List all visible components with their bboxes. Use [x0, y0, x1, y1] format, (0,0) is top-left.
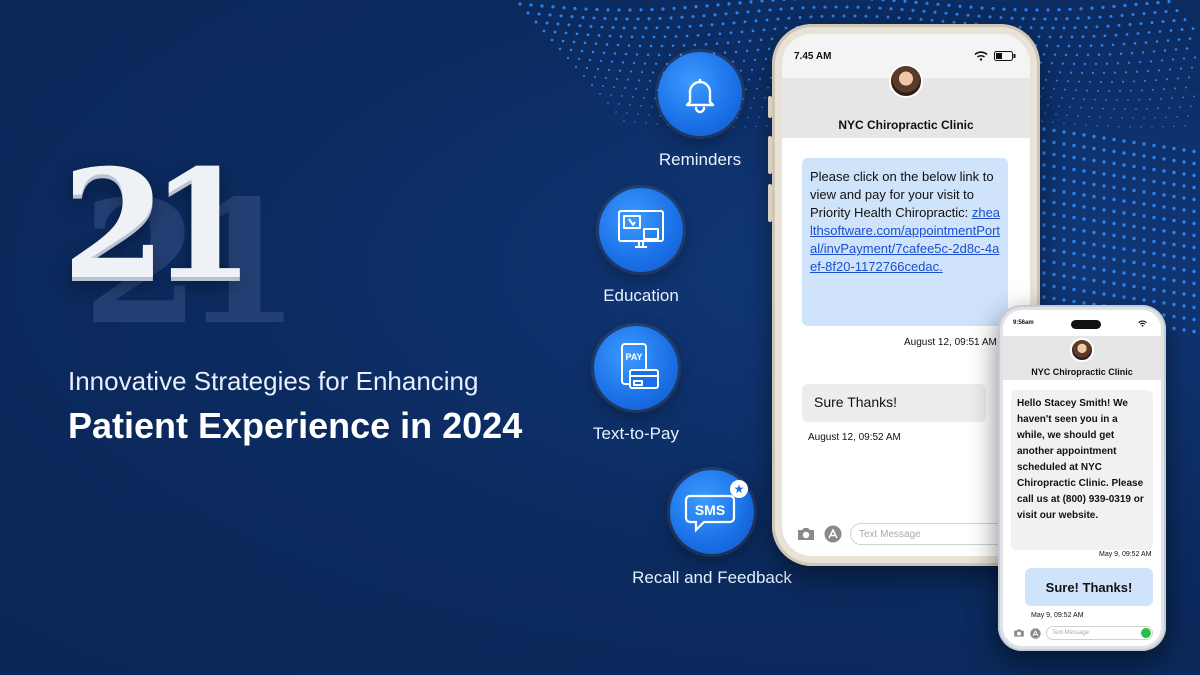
- wifi-icon: [974, 51, 988, 61]
- phone-side-button: [768, 184, 772, 222]
- hero-number-front: 21: [62, 137, 255, 313]
- pay-badge-text: PAY: [625, 352, 642, 362]
- bell-icon: [658, 52, 742, 136]
- avatar: [1070, 338, 1094, 362]
- message-timestamp: August 12, 09:51 AM: [904, 337, 997, 348]
- text-message-placeholder: Text Message: [859, 528, 921, 540]
- hero-subtitle: Innovative Strategies for Enhancing: [68, 366, 479, 396]
- app-store-icon[interactable]: [824, 525, 842, 543]
- phone-side-button: [768, 136, 772, 174]
- battery-icon: [994, 51, 1016, 61]
- status-time-small: 9:56am: [1013, 320, 1034, 326]
- camera-icon[interactable]: [1013, 628, 1025, 638]
- message-composer: Text Message: [782, 512, 1030, 556]
- text-message-input-small[interactable]: Text Message: [1046, 626, 1153, 640]
- text-message-placeholder-small: Text Message: [1052, 630, 1090, 636]
- message-text-small: Hello Stacey Smith! We haven't seen you …: [1017, 398, 1144, 521]
- hero-number: 21 21: [62, 137, 301, 350]
- feature-label-education: Education: [603, 286, 679, 305]
- contact-header-small: NYC Chiropractic Clinic: [1003, 336, 1161, 380]
- message-text: Please click on the below link to view a…: [810, 169, 994, 220]
- status-time: 7.45 AM: [794, 50, 832, 62]
- phone-side-button: [768, 96, 772, 118]
- phone-small: 9:56am NYC Chiropractic Clinic Hello Sta…: [998, 305, 1166, 651]
- message-bubble: Please click on the below link to view a…: [802, 158, 1008, 326]
- wifi-icon: [1138, 320, 1147, 327]
- reply-bubble: Sure Thanks!: [802, 384, 986, 422]
- message-timestamp-small: May 9, 09:52 AM: [1099, 551, 1152, 558]
- text-message-input[interactable]: Text Message: [850, 523, 1020, 545]
- message-composer-small: Text Message: [1003, 620, 1161, 646]
- camera-icon[interactable]: [796, 526, 816, 542]
- reply-timestamp: August 12, 09:52 AM: [808, 432, 901, 443]
- send-icon[interactable]: [1141, 628, 1151, 638]
- app-store-icon[interactable]: [1030, 627, 1041, 639]
- feature-label-reminders: Reminders: [658, 150, 742, 169]
- phone-notch: [1071, 320, 1101, 329]
- feature-education: Education: [588, 188, 694, 306]
- sms-badge-text: SMS: [695, 502, 725, 518]
- message-bubble-small: Hello Stacey Smith! We haven't seen you …: [1011, 390, 1153, 550]
- reply-text: Sure Thanks!: [814, 394, 898, 410]
- feature-label-recall-feedback: Recall and Feedback: [632, 568, 792, 587]
- phone-large-screen: 7.45 AM NYC Chiropractic Clinic Please c…: [782, 34, 1030, 556]
- hero-title: Patient Experience in 2024: [68, 405, 523, 446]
- reply-bubble-small: Sure! Thanks!: [1025, 568, 1153, 606]
- sms-icon: SMS ★: [670, 470, 754, 554]
- feature-label-text-to-pay: Text-to-Pay: [593, 424, 679, 443]
- monitor-icon: [599, 188, 683, 272]
- reply-text-small: Sure! Thanks!: [1045, 579, 1133, 595]
- reply-timestamp-small: May 9, 09:52 AM: [1031, 612, 1084, 619]
- star-badge-icon: ★: [730, 480, 748, 498]
- contact-name-small: NYC Chiropractic Clinic: [1031, 367, 1133, 377]
- contact-name: NYC Chiropractic Clinic: [838, 118, 974, 132]
- avatar: [889, 64, 923, 98]
- phone-pay-icon: PAY: [594, 326, 678, 410]
- phone-small-screen: 9:56am NYC Chiropractic Clinic Hello Sta…: [1003, 310, 1161, 646]
- contact-header: NYC Chiropractic Clinic: [782, 64, 1030, 138]
- feature-text-to-pay: PAY Text-to-Pay: [584, 326, 688, 444]
- feature-reminders: Reminders: [652, 52, 748, 170]
